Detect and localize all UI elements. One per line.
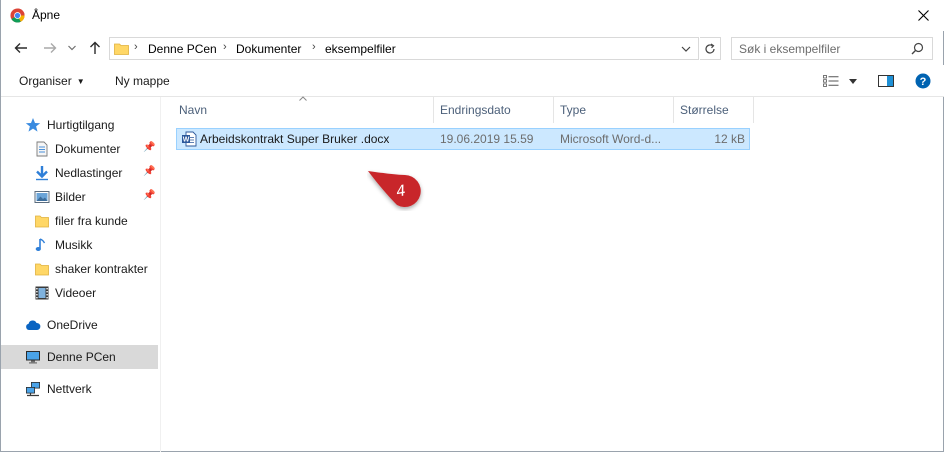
column-header-label: Navn [179,103,208,117]
caret-down-icon: ▼ [76,77,85,86]
breadcrumb-dokumenter[interactable]: Dokumenter [236,42,301,56]
chevron-down-icon[interactable] [680,43,692,55]
sidebar-item-filer-fra-kunde[interactable]: filer fra kunde [1,209,158,233]
file-size: 12 kB [714,132,745,146]
music-icon [35,238,46,251]
close-icon [917,10,929,21]
sidebar-item-shaker-kontrakter[interactable]: shaker kontrakter [1,257,158,281]
sidebar-item-videoer[interactable]: Videoer [1,281,158,305]
forward-button[interactable] [41,39,59,57]
up-button[interactable] [86,39,104,57]
column-header-name[interactable]: Navn [173,96,434,123]
pin-icon: 📌 [143,166,156,177]
refresh-button[interactable] [700,37,721,60]
sidebar-item-dokumenter[interactable]: Dokumenter 📌 [1,137,158,161]
organize-label: Organiser [19,74,72,88]
network-icon [26,382,40,397]
arrow-right-icon [44,43,57,53]
download-icon [36,166,48,181]
details-view-icon [823,75,839,87]
preview-pane-button[interactable] [878,72,894,90]
pictures-icon [34,191,50,203]
close-button[interactable] [901,0,944,31]
column-header-size[interactable]: Størrelse [674,97,754,123]
column-header-date[interactable]: Endringsdato [434,97,554,123]
star-icon [25,118,41,132]
breadcrumb-separator: › [312,41,316,53]
new-folder-label: Ny mappe [115,74,170,88]
folder-icon [114,43,129,55]
command-bar: Organiser ▼ Ny mappe ? [1,65,944,97]
change-view-button[interactable] [823,72,857,90]
file-date: 19.06.2019 15.59 [440,132,534,146]
sidebar-item-label: shaker kontrakter [55,262,148,276]
sidebar-item-onedrive[interactable]: OneDrive [1,313,158,337]
sidebar-item-label: Dokumenter [55,142,121,156]
pin-icon: 📌 [143,190,156,201]
search-box[interactable] [731,37,933,60]
file-name: Arbeidskontrakt Super Bruker .docx [200,132,390,146]
sidebar-item-label: Nettverk [47,382,92,396]
documents-icon [36,141,48,157]
arrow-left-icon [14,43,27,53]
open-dialog: Åpne › Denne PCen › Dokumenter › eksempe… [0,0,944,452]
back-button[interactable] [12,39,30,57]
file-type: Microsoft Word-d... [560,132,662,146]
sort-ascending-icon [299,96,307,101]
sidebar-item-label: filer fra kunde [55,214,128,228]
sidebar-item-nedlastinger[interactable]: Nedlastinger 📌 [1,161,158,185]
preview-pane-icon [878,75,894,87]
navigation-pane: Hurtigtilgang Dokumenter 📌 Nedlastinger … [1,97,161,452]
sidebar-item-musikk[interactable]: Musikk [1,233,158,257]
sidebar-item-bilder[interactable]: Bilder 📌 [1,185,158,209]
address-bar[interactable]: › Denne PCen › Dokumenter › eksempelfile… [109,37,699,60]
sidebar-item-label: Videoer [55,286,97,300]
sidebar-item-label: Musikk [55,238,93,252]
breadcrumb-separator: › [134,41,138,53]
arrow-up-icon [90,41,100,54]
chevron-down-icon [68,45,76,51]
navigation-bar: › Denne PCen › Dokumenter › eksempelfile… [1,31,944,65]
help-button[interactable]: ? [915,72,931,90]
breadcrumb-denne-pcen[interactable]: Denne PCen [148,42,217,56]
sidebar-item-denne-pcen[interactable]: Denne PCen [1,345,158,369]
chrome-icon [10,8,25,23]
refresh-icon [705,43,715,54]
column-header-label: Størrelse [680,103,729,117]
new-folder-button[interactable]: Ny mappe [115,74,170,88]
search-input[interactable] [739,41,909,56]
caret-down-icon [849,78,857,84]
step-marker-shape [368,171,421,207]
word-document-icon: W [182,131,197,147]
search-icon [911,42,924,55]
sidebar-item-nettverk[interactable]: Nettverk [1,377,158,401]
video-icon [35,286,49,300]
sidebar-item-label: Nedlastinger [55,166,123,180]
column-header-type[interactable]: Type [554,97,674,123]
cloud-icon [26,320,41,330]
svg-text:W: W [183,137,190,144]
sidebar-item-label: OneDrive [47,318,98,332]
sidebar-item-label: Hurtigtilgang [47,118,115,132]
breadcrumb-eksempelfiler[interactable]: eksempelfiler [325,42,396,56]
sidebar-item-hurtigtilgang[interactable]: Hurtigtilgang [1,113,158,137]
sidebar-item-label: Denne PCen [47,350,116,364]
column-header-label: Endringsdato [440,103,511,117]
breadcrumb-separator: › [223,41,227,53]
folder-icon [35,215,49,228]
column-header-label: Type [560,103,587,117]
sidebar-item-label: Bilder [55,190,86,204]
recent-locations-button[interactable] [65,39,79,57]
computer-icon [26,351,40,364]
file-list: Navn Endringsdato Type Størrelse W Arbei… [161,96,944,452]
help-icon: ? [915,73,931,89]
organize-button[interactable]: Organiser ▼ [19,74,85,88]
pin-icon: 📌 [143,142,156,153]
table-row[interactable]: W Arbeidskontrakt Super Bruker .docx 19.… [176,128,750,150]
svg-text:?: ? [920,76,927,88]
step-marker: 4 [368,171,421,207]
window-title: Åpne [32,8,61,22]
folder-icon [35,263,49,276]
title-bar: Åpne [1,0,944,31]
